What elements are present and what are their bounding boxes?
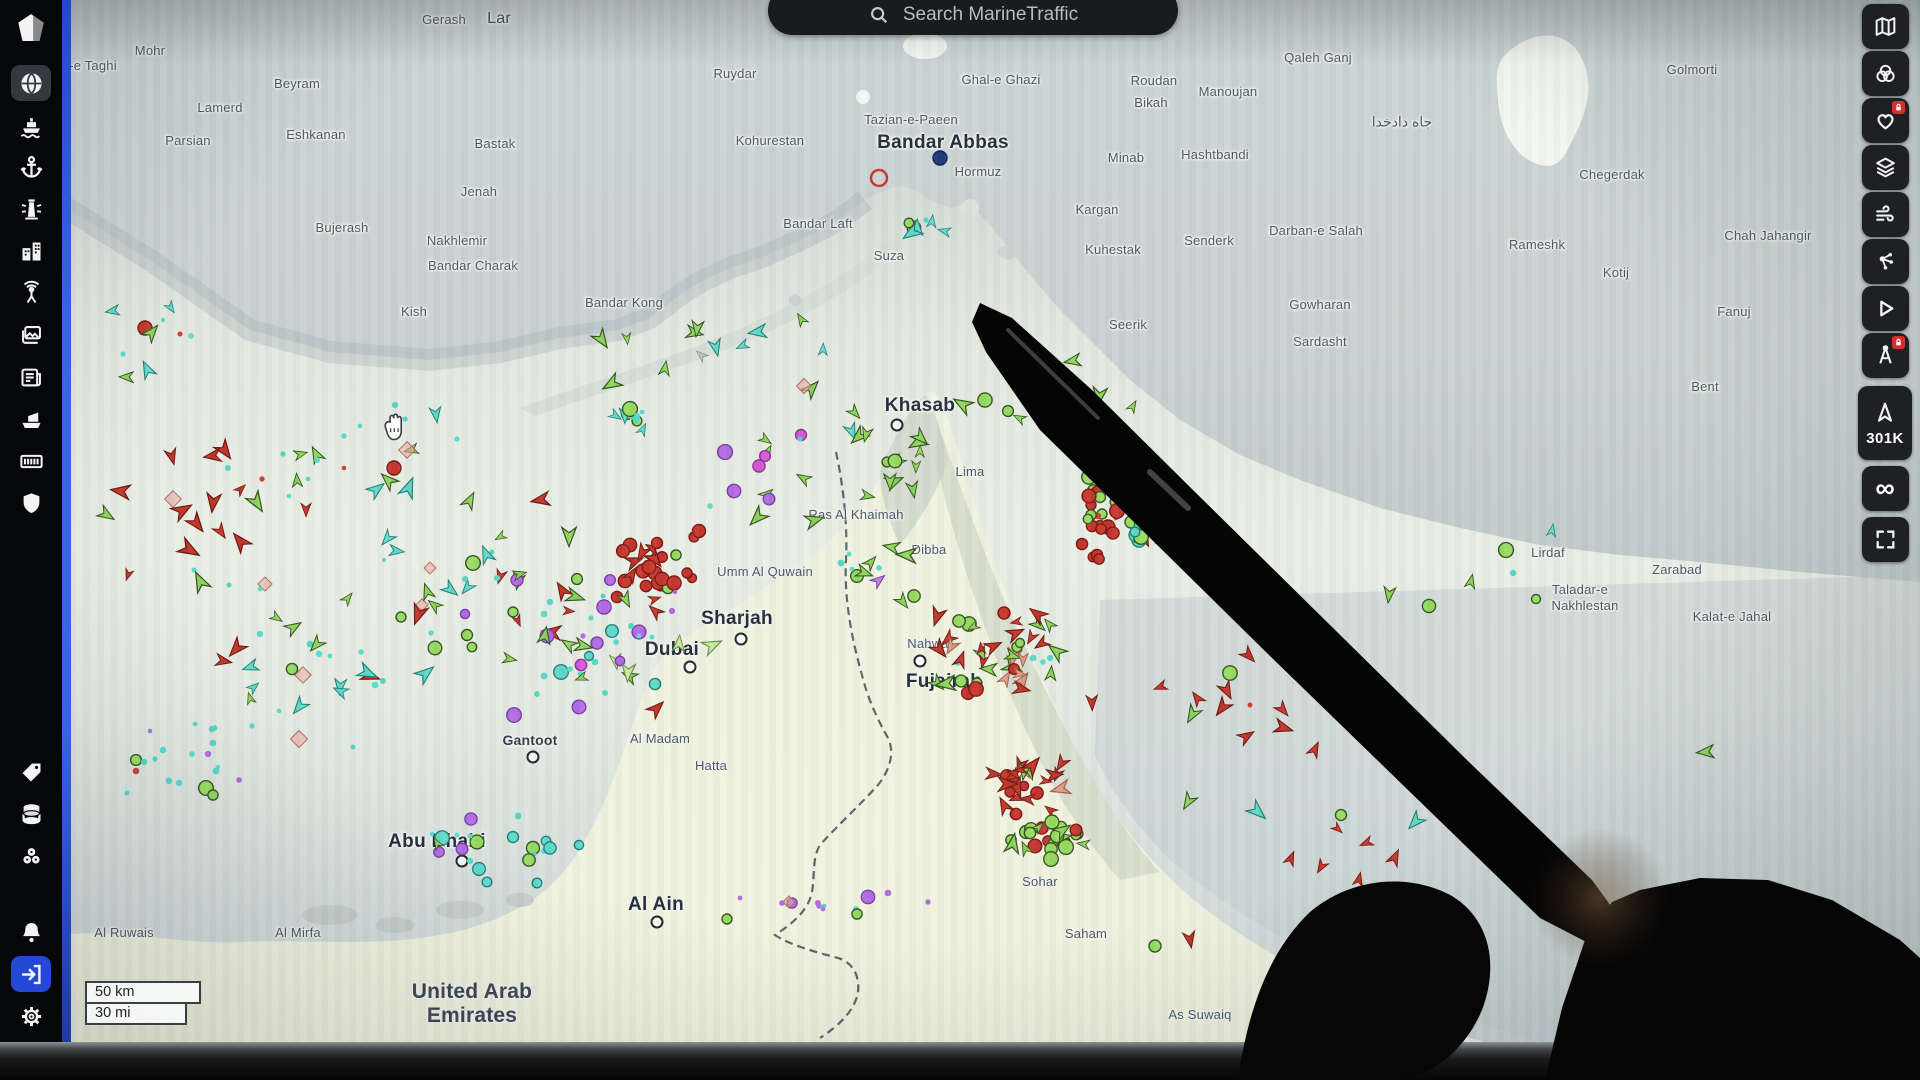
right-toolbar: 301K ∞ (1856, 4, 1914, 562)
dice-icon (18, 843, 45, 870)
vessel-arrow-icon (1872, 400, 1898, 426)
sidebar-item-photos[interactable] (11, 317, 51, 353)
fullscreen-icon (1873, 527, 1898, 552)
sidebar-item-marinetraffic-logo[interactable] (12, 10, 50, 48)
search-icon (868, 4, 890, 26)
map-canvas[interactable]: GerashLarMohr-e TaghiBeyramLamerdParsian… (62, 0, 1920, 1042)
globe-icon (18, 70, 45, 97)
sidebar-item-news[interactable] (11, 359, 51, 395)
layers-icon (1873, 155, 1898, 180)
map-icon (1873, 14, 1898, 39)
shield-icon (18, 490, 45, 517)
tool-measure-button[interactable] (1862, 333, 1909, 378)
sidebar-item-login[interactable] (11, 956, 51, 992)
tool-layers-button[interactable] (1862, 145, 1909, 190)
tool-map-overlaps-button[interactable] (1862, 51, 1909, 96)
sidebar-item-companies[interactable] (11, 233, 51, 269)
tool-infinite-results-button[interactable]: ∞ (1862, 466, 1909, 511)
news-icon (18, 364, 45, 391)
sidebar-item-apps[interactable] (11, 838, 51, 874)
sidebar-item-notifications[interactable] (11, 914, 51, 950)
sidebar-item-settings[interactable] (11, 998, 51, 1034)
login-icon (18, 961, 45, 988)
ship-loading-icon (18, 406, 45, 433)
scale-control: 50 km 30 mi (85, 981, 201, 1025)
antenna-icon (18, 280, 45, 307)
sidebar-item-ais-stations[interactable] (11, 275, 51, 311)
venn-icon (1873, 61, 1898, 86)
search-input[interactable]: Search MarineTraffic (768, 0, 1178, 35)
sidebar-item-vessels[interactable] (11, 107, 51, 143)
vessel-count-label: 301K (1866, 430, 1903, 447)
screen-edge-glow (62, 0, 71, 1042)
monitor-bezel (0, 1042, 1920, 1080)
tool-playback-button[interactable] (1862, 286, 1909, 331)
lock-badge-icon (1892, 336, 1905, 349)
lock-badge-icon (1892, 101, 1905, 114)
bell-icon (18, 919, 45, 946)
network-icon (1873, 249, 1898, 274)
photos-icon (18, 322, 45, 349)
infinity-icon: ∞ (1875, 475, 1894, 502)
sidebar-item-data[interactable] (11, 796, 51, 832)
vessel-counter[interactable]: 301K (1858, 386, 1912, 460)
sidebar-item-explore-map[interactable] (11, 65, 51, 101)
logo-icon (14, 12, 48, 46)
tool-map-style-button[interactable] (1862, 4, 1909, 49)
scale-mi: 30 mi (85, 1004, 187, 1025)
scale-km: 50 km (85, 981, 201, 1004)
marinetraffic-screen: GerashLarMohr-e TaghiBeyramLamerdParsian… (0, 0, 1920, 1080)
tool-weather-button[interactable] (1862, 192, 1909, 237)
database-icon (18, 801, 45, 828)
sidebar-item-lights[interactable] (11, 191, 51, 227)
wind-icon (1873, 202, 1898, 227)
sidebar-item-port-calls[interactable] (11, 401, 51, 437)
sidebar-item-containers[interactable] (11, 443, 51, 479)
barcode-icon (18, 448, 45, 475)
sidebar-item-ports[interactable] (11, 149, 51, 185)
buildings-icon (18, 238, 45, 265)
search-placeholder: Search MarineTraffic (903, 4, 1078, 26)
tool-fullscreen-button[interactable] (1862, 517, 1909, 562)
play-icon (1873, 296, 1898, 321)
lighthouse-icon (18, 196, 45, 223)
tool-favorites-button[interactable] (1862, 98, 1909, 143)
left-sidebar (0, 0, 62, 1042)
sidebar-item-protect[interactable] (11, 485, 51, 521)
anchor-icon (18, 154, 45, 181)
sidebar-item-pricing[interactable] (11, 754, 51, 790)
tool-routes-button[interactable] (1862, 239, 1909, 284)
basemap (62, 0, 1920, 1042)
tag-icon (18, 759, 45, 786)
ferry-icon (18, 112, 45, 139)
gear-icon (18, 1003, 45, 1030)
